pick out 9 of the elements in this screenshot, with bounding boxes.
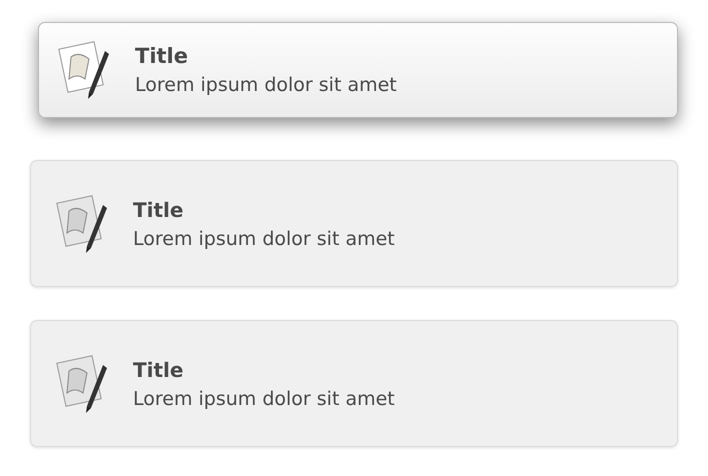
- list-card[interactable]: Title Lorem ipsum dolor sit amet: [38, 22, 678, 118]
- card-title: Title: [133, 198, 184, 222]
- list-card[interactable]: Title Lorem ipsum dolor sit amet: [30, 320, 678, 447]
- card-title: Title: [135, 44, 190, 68]
- card-subtitle: Lorem ipsum dolor sit amet: [133, 228, 395, 250]
- card-subtitle: Lorem ipsum dolor sit amet: [135, 74, 397, 96]
- card-title: Title: [133, 358, 184, 382]
- list-card[interactable]: Title Lorem ipsum dolor sit amet: [30, 160, 678, 287]
- card-subtitle: Lorem ipsum dolor sit amet: [133, 388, 395, 410]
